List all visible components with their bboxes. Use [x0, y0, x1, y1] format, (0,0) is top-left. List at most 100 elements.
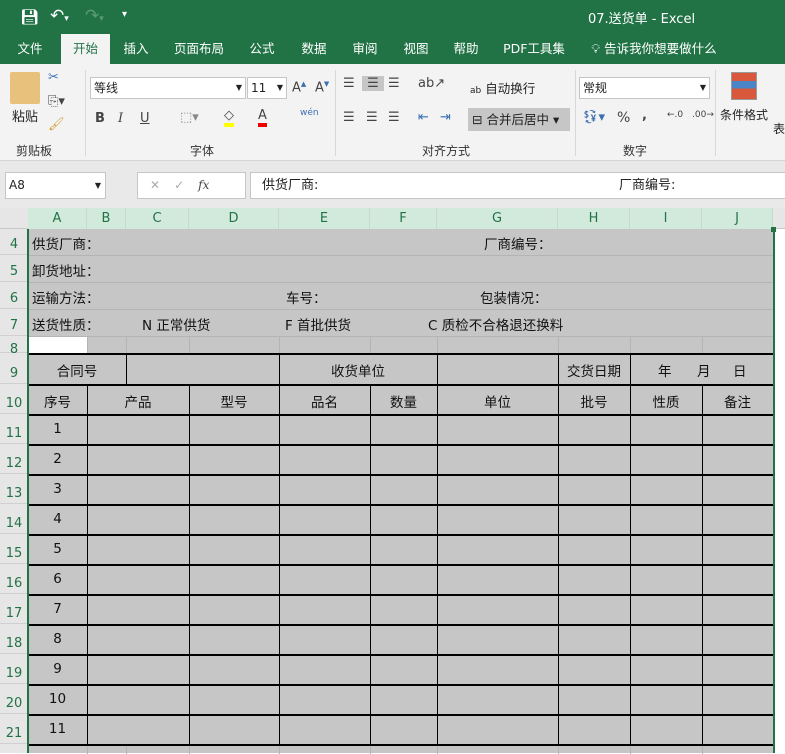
number-format-select[interactable]: 常规 ▼ — [579, 77, 710, 99]
redo-icon[interactable]: ↷▾ — [85, 6, 104, 26]
copy-icon[interactable]: ⎘▾ — [48, 94, 65, 109]
align-right-icon[interactable]: ☰ — [388, 110, 400, 125]
row-header-17[interactable]: 17 — [0, 594, 28, 624]
tab-home[interactable]: 开始 — [61, 34, 110, 64]
cut-icon[interactable]: ✂ — [48, 70, 59, 85]
table-border — [28, 624, 773, 626]
selected-range — [28, 229, 773, 753]
font-name-select[interactable]: 等线 ▼ — [90, 77, 246, 99]
row-number-cell: 6 — [53, 571, 62, 587]
row-header-12[interactable]: 12 — [0, 444, 28, 474]
italic-button[interactable]: I — [118, 111, 123, 126]
enter-icon[interactable]: ✓ — [174, 178, 198, 192]
tab-review[interactable]: 审阅 — [345, 34, 385, 64]
row-header-11[interactable]: 11 — [0, 414, 28, 444]
column-header-B[interactable]: B — [87, 208, 126, 229]
row-header-16[interactable]: 16 — [0, 564, 28, 594]
row-header-15[interactable]: 15 — [0, 534, 28, 564]
phonetic-icon[interactable]: wén — [300, 108, 319, 118]
bold-button[interactable]: B — [95, 111, 105, 126]
undo-icon[interactable]: ↶▾ — [50, 6, 69, 26]
decrease-indent-icon[interactable]: ⇤ — [418, 110, 429, 125]
tell-me-search[interactable]: 💡︎ 告诉我你想要做什么 — [588, 34, 720, 64]
row-header-13[interactable]: 13 — [0, 474, 28, 504]
column-header-F[interactable]: F — [370, 208, 437, 229]
active-cell-A8[interactable] — [28, 336, 87, 353]
align-middle-icon[interactable]: ☰ — [362, 76, 384, 91]
paste-icon[interactable] — [10, 72, 40, 104]
tab-view[interactable]: 视图 — [396, 34, 436, 64]
align-left-icon[interactable]: ☰ — [343, 110, 355, 125]
table-border — [126, 353, 127, 384]
tab-file[interactable]: 文件 — [8, 34, 52, 64]
column-header-G[interactable]: G — [437, 208, 558, 229]
row-header-21[interactable]: 21 — [0, 714, 28, 744]
conditional-formatting-icon[interactable] — [731, 72, 757, 100]
underline-button[interactable]: U — [140, 111, 150, 126]
column-title-3: 品名 — [311, 395, 338, 411]
column-header-I[interactable]: I — [630, 208, 702, 229]
column-header-H[interactable]: H — [558, 208, 630, 229]
tab-formulas[interactable]: 公式 — [242, 34, 282, 64]
tab-data[interactable]: 数据 — [294, 34, 334, 64]
customize-qat-icon[interactable]: ▾ — [122, 9, 127, 20]
cancel-icon[interactable]: ✕ — [150, 178, 174, 192]
tab-pdf-tools[interactable]: PDF工具集 — [500, 34, 568, 64]
wrap-text-button[interactable]: ab 自动换行 — [470, 78, 535, 97]
percent-button[interactable]: % — [617, 110, 630, 126]
row-header-18[interactable]: 18 — [0, 624, 28, 654]
format-painter-icon[interactable]: 🖌︎ — [48, 117, 65, 132]
row-header-10[interactable]: 10 — [0, 384, 28, 414]
format-as-table-button[interactable]: 表 — [773, 120, 785, 137]
save-icon[interactable]: 💾︎ — [20, 8, 39, 26]
row-header-4[interactable]: 4 — [0, 229, 28, 255]
paste-button[interactable]: 粘贴 — [12, 106, 38, 125]
column-header-A[interactable]: A — [28, 208, 87, 229]
row-header-20[interactable]: 20 — [0, 684, 28, 714]
align-center-icon[interactable]: ☰ — [366, 110, 378, 125]
decrease-decimal-icon[interactable]: .00→ — [692, 110, 714, 120]
gridline — [558, 336, 559, 353]
increase-decimal-icon[interactable]: ←.0 — [667, 110, 683, 120]
table-border — [28, 474, 773, 476]
column-header-J[interactable]: J — [702, 208, 773, 229]
row-header-5[interactable]: 5 — [0, 255, 28, 282]
column-header-E[interactable]: E — [279, 208, 370, 229]
tell-me-label: 告诉我你想要做什么 — [604, 41, 717, 56]
conditional-formatting-button[interactable]: 条件格式 — [720, 106, 768, 123]
comma-button[interactable]: , — [642, 108, 647, 123]
accounting-format-icon[interactable]: 💱︎▾ — [582, 110, 605, 125]
tab-insert[interactable]: 插入 — [115, 34, 157, 64]
column-title-5: 单位 — [484, 395, 511, 411]
fill-color-icon[interactable]: ◇ — [224, 108, 234, 127]
column-header-D[interactable]: D — [189, 208, 279, 229]
row-header-14[interactable]: 14 — [0, 504, 28, 534]
orientation-icon[interactable]: ab↗ — [418, 76, 445, 91]
formula-input[interactable]: 供货厂商: 厂商编号: — [250, 172, 785, 199]
name-box[interactable]: A8 ▼ — [5, 172, 106, 199]
font-color-icon[interactable]: A — [258, 108, 267, 127]
tab-page-layout[interactable]: 页面布局 — [168, 34, 230, 64]
borders-icon[interactable]: ⬚▾ — [180, 110, 199, 125]
decrease-font-icon[interactable]: A▼ — [315, 80, 329, 95]
worksheet-grid[interactable]: 供货厂商： 厂商编号： 卸货地址： 运输方法： 车号： 包装情况： 送货性质： N 正常供货 F… — [27, 227, 785, 754]
column-header-C[interactable]: C — [126, 208, 189, 229]
insert-function-icon[interactable]: fx — [198, 178, 209, 192]
select-all-corner[interactable] — [0, 208, 28, 229]
row-header-6[interactable]: 6 — [0, 282, 28, 309]
merge-center-button[interactable]: ⊟ 合并后居中 ▾ — [468, 108, 570, 131]
font-size-select[interactable]: 11 ▼ — [247, 77, 287, 99]
increase-indent-icon[interactable]: ⇥ — [440, 110, 451, 125]
tab-help[interactable]: 帮助 — [446, 34, 486, 64]
align-top-icon[interactable]: ☰ — [343, 76, 355, 91]
row-header-9[interactable]: 9 — [0, 353, 28, 384]
row-header-7[interactable]: 7 — [0, 309, 28, 336]
row-header-19[interactable]: 19 — [0, 654, 28, 684]
row-header-8[interactable]: 8 — [0, 336, 28, 357]
wrap-text-icon: ab — [470, 86, 482, 96]
column-title-7: 性质 — [652, 395, 680, 411]
column-title-0: 序号 — [44, 395, 71, 411]
fill-handle[interactable] — [771, 227, 776, 232]
align-bottom-icon[interactable]: ☰ — [388, 76, 400, 91]
increase-font-icon[interactable]: A▲ — [292, 80, 306, 95]
